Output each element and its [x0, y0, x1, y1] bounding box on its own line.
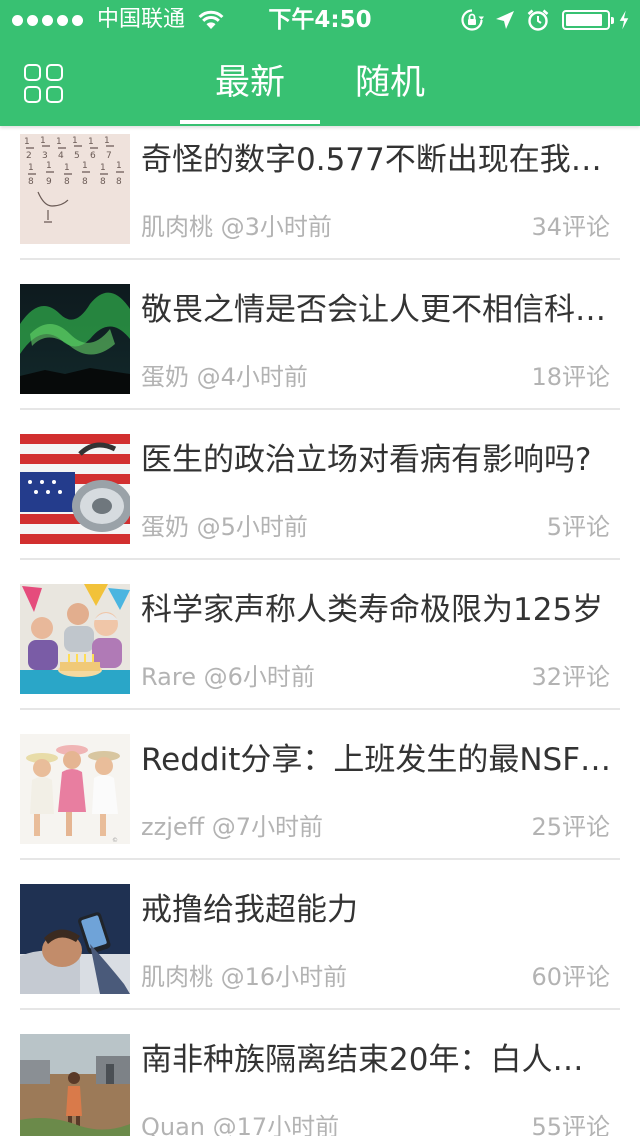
status-right [450, 6, 630, 34]
article-item[interactable]: © Reddit分享：上班发生的最NSF… zzjeff @7小时前 25评论 [0, 710, 640, 860]
comment-count[interactable]: 60评论 [531, 962, 610, 992]
article-title[interactable]: 南非种族隔离结束20年：白人… [141, 1040, 618, 1080]
svg-text:5: 5 [74, 151, 80, 161]
status-bar: 中国联通 下午4:50 [0, 0, 640, 40]
svg-text:8: 8 [64, 177, 70, 187]
article-thumbnail [20, 434, 130, 544]
article-meta: 肌肉桃 @3小时前 [141, 213, 332, 241]
article-meta: 蛋奶 @5小时前 [141, 513, 308, 541]
svg-text:1: 1 [88, 137, 94, 147]
article-thumbnail: © [20, 734, 130, 844]
svg-text:8: 8 [100, 177, 106, 187]
svg-text:8: 8 [28, 177, 34, 187]
article-thumbnail [20, 284, 130, 394]
charging-bolt-icon [619, 10, 629, 30]
article-title[interactable]: 医生的政治立场对看病有影响吗? [141, 440, 618, 480]
article-meta: 肌肉桃 @16小时前 [141, 963, 348, 991]
comment-count[interactable]: 5评论 [547, 512, 610, 542]
comment-count[interactable]: 55评论 [531, 1112, 610, 1136]
article-item[interactable]: 戒撸给我超能力 肌肉桃 @16小时前 60评论 [0, 860, 640, 1010]
svg-text:1: 1 [104, 136, 110, 146]
svg-text:7: 7 [106, 151, 112, 161]
article-item[interactable]: 南非种族隔离结束20年：白人… Quan @17小时前 55评论 [0, 1010, 640, 1136]
tab-random[interactable]: 随机 [320, 58, 460, 108]
svg-text:1: 1 [40, 136, 46, 146]
article-meta: 蛋奶 @4小时前 [141, 363, 308, 391]
svg-text:1: 1 [24, 137, 30, 147]
svg-text:8: 8 [116, 177, 122, 187]
svg-text:9: 9 [46, 177, 52, 187]
grid-menu-icon[interactable] [24, 64, 64, 104]
rotation-lock-icon [461, 9, 484, 31]
battery-icon [562, 10, 614, 30]
article-item[interactable]: 医生的政治立场对看病有影响吗? 蛋奶 @5小时前 5评论 [0, 410, 640, 560]
svg-text:6: 6 [90, 151, 96, 161]
article-title[interactable]: 戒撸给我超能力 [141, 890, 618, 930]
article-item[interactable]: 科学家声称人类寿命极限为125岁 Rare @6小时前 32评论 [0, 560, 640, 710]
svg-text:1: 1 [28, 163, 34, 173]
article-thumbnail [20, 1034, 130, 1136]
svg-text:2: 2 [26, 151, 32, 161]
article-thumbnail: 111111 234567 111111 898888 [20, 134, 130, 244]
svg-text:8: 8 [82, 177, 88, 187]
svg-text:1: 1 [116, 161, 122, 171]
svg-text:1: 1 [82, 161, 88, 171]
article-title[interactable]: 奇怪的数字0.577不断出现在我… [141, 140, 618, 180]
article-meta: Rare @6小时前 [141, 663, 315, 691]
tab-latest[interactable]: 最新 [180, 58, 320, 108]
article-list[interactable]: 111111 234567 111111 898888 奇怪的数字0.577不断… [0, 126, 640, 1136]
alarm-icon [527, 9, 549, 31]
svg-text:1: 1 [64, 163, 70, 173]
location-arrow-icon [496, 11, 514, 29]
article-thumbnail [20, 584, 130, 694]
svg-text:1: 1 [46, 161, 52, 171]
comment-count[interactable]: 32评论 [531, 662, 610, 692]
comment-count[interactable]: 25评论 [531, 812, 610, 842]
svg-text:1: 1 [100, 163, 106, 173]
article-item[interactable]: 敬畏之情是否会让人更不相信科… 蛋奶 @4小时前 18评论 [0, 260, 640, 410]
article-meta: zzjeff @7小时前 [141, 813, 324, 841]
svg-text:1: 1 [56, 137, 62, 147]
article-thumbnail [20, 884, 130, 994]
svg-text:©: © [112, 837, 118, 844]
top-header: 中国联通 下午4:50 最新 随机 [0, 0, 640, 126]
svg-text:4: 4 [58, 151, 64, 161]
article-title[interactable]: 敬畏之情是否会让人更不相信科… [141, 290, 618, 330]
article-item[interactable]: 111111 234567 111111 898888 奇怪的数字0.577不断… [0, 126, 640, 260]
article-title[interactable]: Reddit分享：上班发生的最NSF… [141, 740, 618, 780]
comment-count[interactable]: 34评论 [531, 212, 610, 242]
svg-text:3: 3 [42, 151, 48, 161]
article-meta: Quan @17小时前 [141, 1113, 340, 1136]
active-tab-indicator [180, 120, 320, 124]
article-title[interactable]: 科学家声称人类寿命极限为125岁 [141, 590, 618, 630]
svg-text:1: 1 [72, 136, 78, 146]
comment-count[interactable]: 18评论 [531, 362, 610, 392]
nav-bar: 最新 随机 [0, 40, 640, 126]
